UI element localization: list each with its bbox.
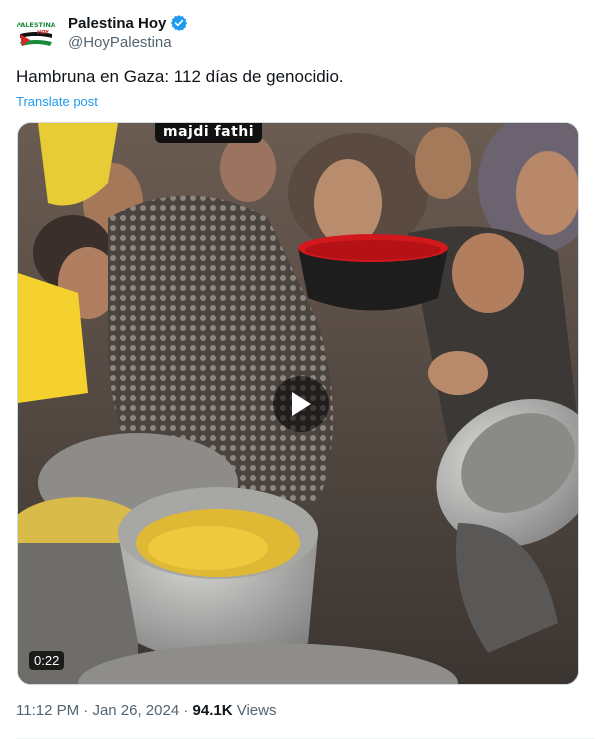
video-watermark: majdi fathi	[155, 123, 263, 143]
post-time[interactable]: 11:12 PM	[16, 702, 79, 719]
views-label: Views	[236, 702, 277, 719]
author-block: Palestina Hoy @HoyPalestina	[68, 13, 188, 51]
palestine-flag-logo-icon: PALESTINA HOY	[16, 12, 56, 52]
play-button[interactable]	[273, 376, 329, 432]
translate-post-link[interactable]: Translate post	[16, 94, 98, 109]
tweet: PALESTINA HOY Palestina Hoy @HoyPalestin…	[0, 0, 611, 739]
post-date[interactable]: Jan 26, 2024	[92, 702, 179, 719]
svg-text:PALESTINA: PALESTINA	[16, 21, 56, 29]
author-display-name[interactable]: Palestina Hoy	[68, 15, 166, 32]
tweet-meta: 11:12 PM · Jan 26, 2024 · 94.1K Views	[16, 702, 276, 719]
video-duration: 0:22	[29, 651, 65, 670]
verified-badge-icon[interactable]	[170, 14, 188, 32]
avatar[interactable]: PALESTINA HOY	[16, 12, 56, 52]
views-count: 94.1K	[192, 702, 233, 719]
meta-separator: ·	[83, 702, 89, 719]
author-handle[interactable]: @HoyPalestina	[68, 34, 188, 51]
svg-text:HOY: HOY	[37, 30, 49, 36]
play-icon	[292, 392, 311, 416]
video-player[interactable]: majdi fathi 0:22	[17, 122, 579, 685]
meta-separator: ·	[183, 702, 189, 719]
tweet-text: Hambruna en Gaza: 112 días de genocidio.	[16, 67, 344, 86]
